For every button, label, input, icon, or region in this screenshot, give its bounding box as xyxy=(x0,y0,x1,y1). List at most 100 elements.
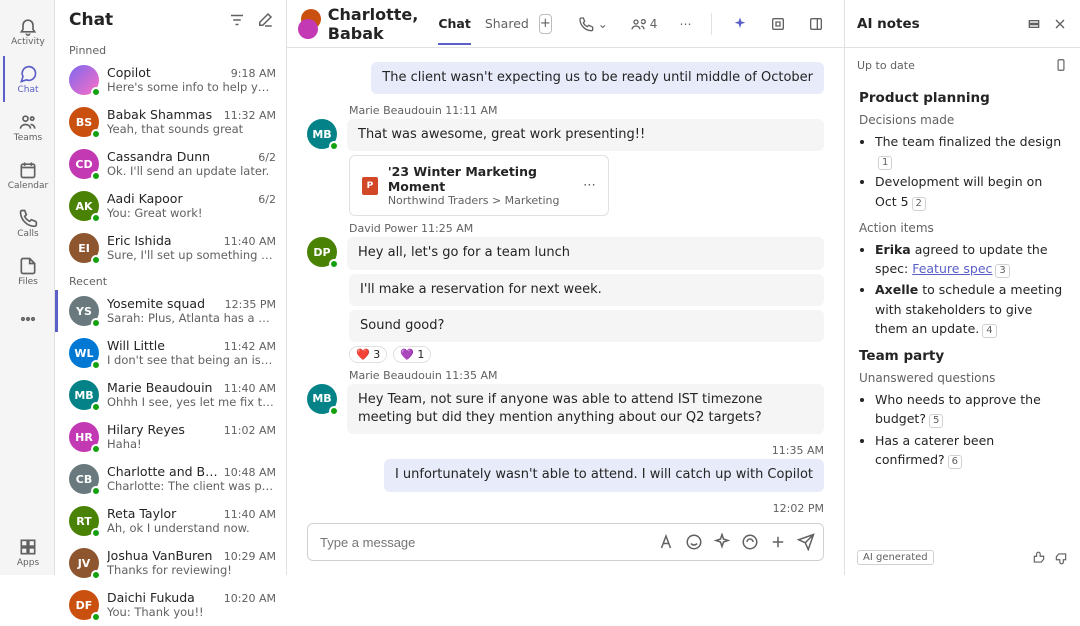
calendar-icon xyxy=(18,160,38,180)
thumbs-up-icon[interactable] xyxy=(1032,551,1046,565)
conversation-item[interactable]: Copilot9:18 AMHere's some info to help y… xyxy=(55,59,286,101)
conversation-item[interactable]: EIEric Ishida11:40 AMSure, I'll set up s… xyxy=(55,227,286,269)
received-message[interactable]: That was awesome, great work presenting!… xyxy=(347,119,824,151)
received-message[interactable]: Hey all, let's go for a team lunch xyxy=(347,237,824,269)
conversation-time: 11:32 AM xyxy=(224,109,276,122)
sent-message[interactable]: I unfortunately wasn't able to attend. I… xyxy=(384,459,824,491)
conversation-item[interactable]: YSYosemite squad12:35 PMSarah: Plus, Atl… xyxy=(55,290,286,332)
reaction-heart[interactable]: ❤️ 3 xyxy=(349,346,387,363)
tab-shared[interactable]: Shared xyxy=(485,2,529,45)
conversation-item[interactable]: MBMarie Beaudouin11:40 AMOhhh I see, yes… xyxy=(55,374,286,416)
conversation-item[interactable]: CDCassandra Dunn6/2Ok. I'll send an upda… xyxy=(55,143,286,185)
conversation-time: 11:40 AM xyxy=(224,235,276,248)
conversation-time: 10:20 AM xyxy=(224,592,276,605)
conversation-time: 6/2 xyxy=(258,193,276,206)
rail-activity[interactable]: Activity xyxy=(3,8,51,54)
conversation-item[interactable]: HRHilary Reyes11:02 AMHaha! xyxy=(55,416,286,458)
citation-ref[interactable]: 6 xyxy=(948,455,962,469)
conversation-time: 10:29 AM xyxy=(224,550,276,563)
conversation-item[interactable]: CBCharlotte and Babak10:48 AMCharlotte: … xyxy=(55,458,286,500)
format-icon[interactable] xyxy=(657,533,675,551)
received-message[interactable]: Sound good? xyxy=(349,310,824,342)
message-input[interactable] xyxy=(320,535,647,550)
avatar: CD xyxy=(69,149,99,179)
citation-ref[interactable]: 3 xyxy=(995,264,1009,278)
chat-icon xyxy=(18,64,38,84)
notes-item: Erika agreed to update the spec: Feature… xyxy=(875,240,1066,279)
rail-calls[interactable]: Calls xyxy=(3,200,51,246)
collapse-icon[interactable] xyxy=(1026,16,1042,32)
rail-teams[interactable]: Teams xyxy=(3,104,51,150)
rail-files[interactable]: Files xyxy=(3,248,51,294)
conversation-name: Daichi Fukuda xyxy=(107,590,218,605)
conversation-time: 11:02 AM xyxy=(224,424,276,437)
tab-chat[interactable]: Chat xyxy=(438,2,470,45)
message-meta: David Power 11:25 AM xyxy=(349,222,824,235)
rail-apps[interactable]: Apps xyxy=(3,529,51,575)
conversation-name: Babak Shammas xyxy=(107,107,218,122)
avatar: MB xyxy=(307,384,337,414)
people-button[interactable]: 4 xyxy=(624,10,664,38)
citation-ref[interactable]: 1 xyxy=(878,156,892,170)
device-icon[interactable] xyxy=(1054,58,1068,72)
citation-ref[interactable]: 4 xyxy=(982,324,996,338)
message-meta: Marie Beaudouin 11:11 AM xyxy=(349,104,824,117)
received-message[interactable]: I'll make a reservation for next week. xyxy=(349,274,824,306)
avatar: BS xyxy=(69,107,99,137)
message-list: The client wasn't expecting us to be rea… xyxy=(287,48,844,515)
conversation-time: 6/2 xyxy=(258,151,276,164)
notes-subheading: Decisions made xyxy=(859,111,1066,130)
conversation-time: 11:40 AM xyxy=(224,508,276,521)
conversation-item[interactable]: WLWill Little11:42 AMI don't see that be… xyxy=(55,332,286,374)
add-tab-button[interactable]: + xyxy=(539,14,552,34)
conversation-preview: Ok. I'll send an update later. xyxy=(107,164,276,178)
avatar: CB xyxy=(69,464,99,494)
close-icon[interactable] xyxy=(1052,16,1068,32)
conversation-name: Marie Beaudouin xyxy=(107,380,218,395)
ai-notes-body: Product planningDecisions madeThe team f… xyxy=(845,82,1080,478)
copilot-button[interactable] xyxy=(726,10,754,38)
more-button[interactable]: ⋯ xyxy=(673,10,697,38)
rail-chat[interactable]: Chat xyxy=(3,56,51,102)
notes-subheading: Unanswered questions xyxy=(859,369,1066,388)
conversation-item[interactable]: BSBabak Shammas11:32 AMYeah, that sounds… xyxy=(55,101,286,143)
gif-icon[interactable] xyxy=(713,533,731,551)
conversation-preview: Haha! xyxy=(107,437,276,451)
citation-ref[interactable]: 2 xyxy=(912,197,926,211)
chat-list-title: Chat xyxy=(69,10,218,30)
received-message[interactable]: Hey Team, not sure if anyone was able to… xyxy=(347,384,824,434)
conversation-time: 10:48 AM xyxy=(224,466,276,479)
conversation-item[interactable]: AKAadi Kapoor6/2You: Great work! xyxy=(55,185,286,227)
loop-icon[interactable] xyxy=(741,533,759,551)
conversation-item[interactable]: RTReta Taylor11:40 AMAh, ok I understand… xyxy=(55,500,286,542)
call-button[interactable]: ⌄ xyxy=(572,10,614,38)
thumbs-down-icon[interactable] xyxy=(1054,551,1068,565)
avatar: RT xyxy=(69,506,99,536)
file-attachment[interactable]: P'23 Winter Marketing MomentNorthwind Tr… xyxy=(349,155,609,216)
avatar: DF xyxy=(69,590,99,620)
extension-button[interactable] xyxy=(764,10,792,38)
citation-ref[interactable]: 5 xyxy=(929,414,943,428)
conversation-item[interactable]: DFDaichi Fukuda10:20 AMYou: Thank you!! xyxy=(55,584,286,626)
powerpoint-icon: P xyxy=(362,177,378,195)
add-icon[interactable] xyxy=(769,533,787,551)
file-more-icon[interactable]: ⋯ xyxy=(583,178,596,193)
conversation-preview: Charlotte: The client was pretty happy w… xyxy=(107,479,276,493)
ai-notes-pane: AI notes Up to date Product planningDeci… xyxy=(844,0,1080,575)
reaction-purple-heart[interactable]: 💜 1 xyxy=(393,346,431,363)
sent-message[interactable]: The client wasn't expecting us to be rea… xyxy=(371,62,824,94)
rail-calendar[interactable]: Calendar xyxy=(3,152,51,198)
compose-icon[interactable] xyxy=(256,11,274,29)
message-time: 12:02 PM xyxy=(773,502,824,515)
emoji-icon[interactable] xyxy=(685,533,703,551)
filter-icon[interactable] xyxy=(228,11,246,29)
send-icon[interactable] xyxy=(797,533,815,551)
rail-more[interactable] xyxy=(3,296,51,342)
ai-generated-tag: AI generated xyxy=(857,550,934,565)
calls-icon xyxy=(18,208,38,228)
conversation-item[interactable]: JVJoshua VanBuren10:29 AMThanks for revi… xyxy=(55,542,286,584)
open-pane-button[interactable] xyxy=(802,10,830,38)
conversation-name: Reta Taylor xyxy=(107,506,218,521)
chat-list-pane: Chat Pinned Copilot9:18 AMHere's some in… xyxy=(55,0,287,575)
conversation-name: Hilary Reyes xyxy=(107,422,218,437)
